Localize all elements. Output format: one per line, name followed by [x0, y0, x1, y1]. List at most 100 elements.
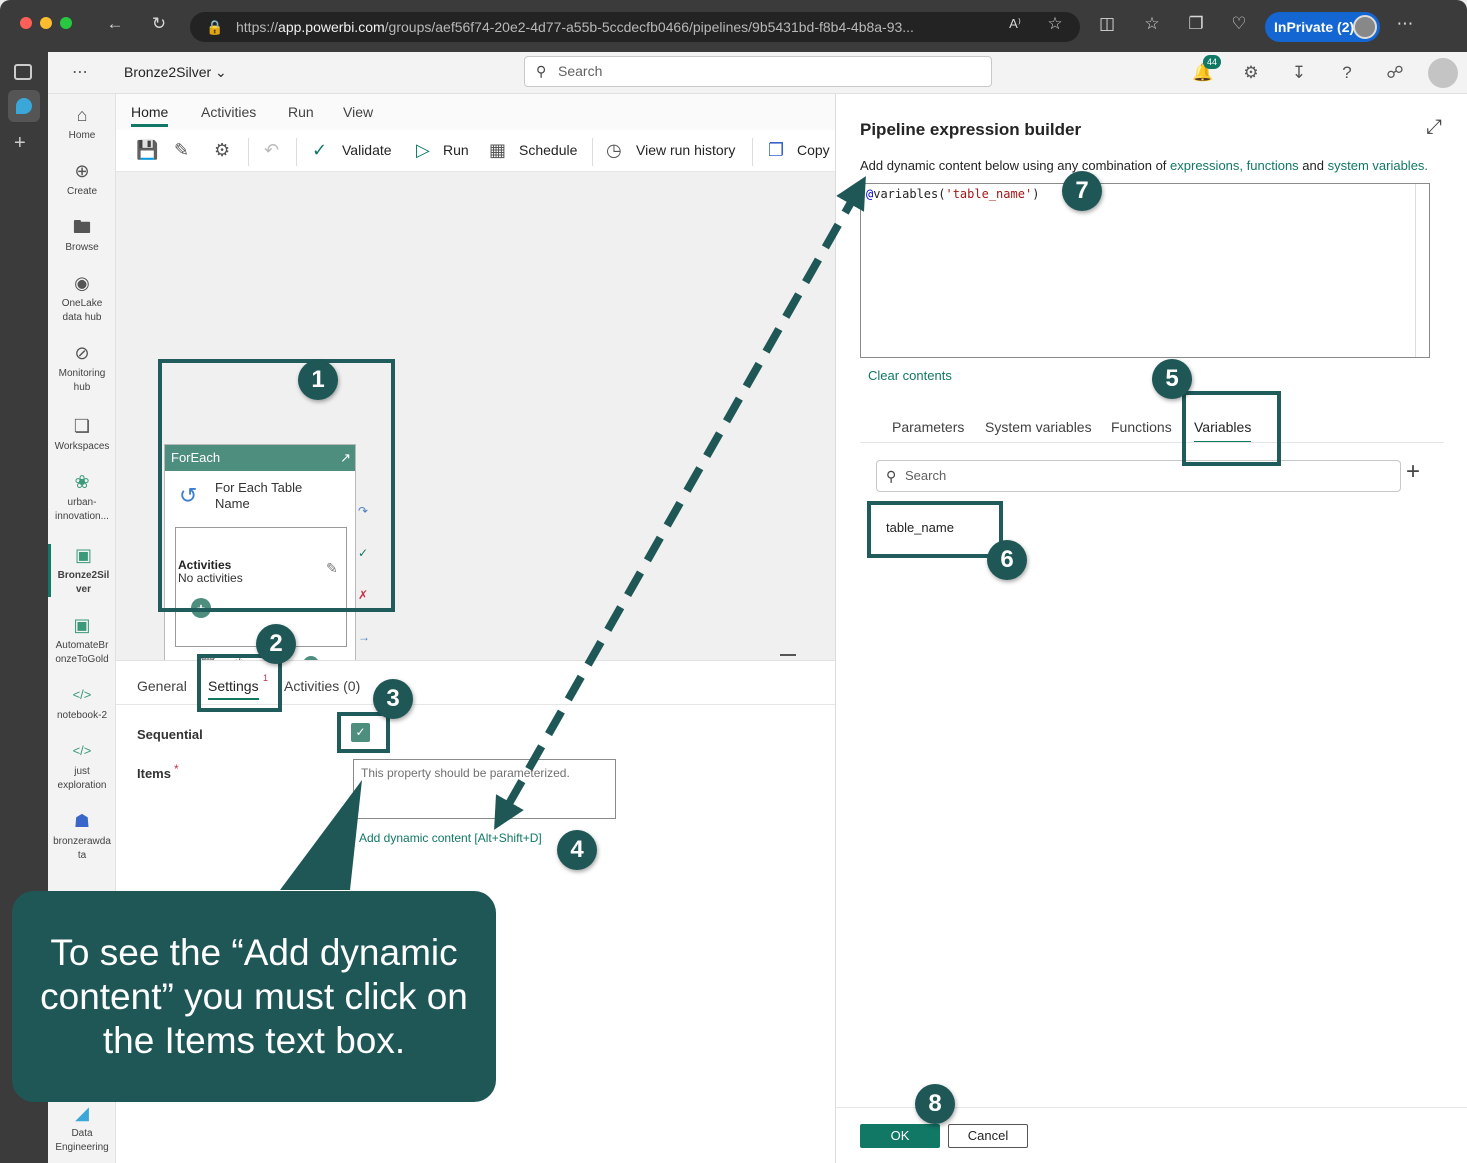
tab-functions[interactable]: Functions [1111, 419, 1172, 435]
inprivate-button[interactable]: InPrivate (2) [1265, 12, 1380, 42]
validate-button[interactable]: Validate [342, 142, 392, 158]
gear-icon[interactable]: ⚙ [1239, 61, 1263, 85]
tab-run[interactable]: Run [288, 104, 314, 120]
nav-label: Bronze2Silver [57, 570, 110, 595]
run-button[interactable]: Run [443, 142, 469, 158]
health-icon[interactable]: ♡ [1228, 13, 1250, 35]
panel-title: Pipeline expression builder [860, 120, 1082, 139]
new-tab-plus-icon[interactable]: + [14, 132, 26, 155]
tab-parameters[interactable]: Parameters [892, 419, 964, 435]
nav-bronzerawdata[interactable]: ☗ bronzerawdata [48, 810, 116, 863]
ok-button[interactable]: OK [860, 1124, 940, 1148]
workspace-selector[interactable]: Bronze2Silver ⌄ [124, 64, 227, 81]
variables-search-input[interactable]: ⚲ Search [876, 460, 1401, 492]
close-window-button[interactable] [20, 17, 32, 29]
download-icon[interactable]: ↧ [1287, 61, 1311, 85]
nav-bronze2silver[interactable]: ▣ Bronze2Silver [48, 544, 116, 597]
favorites-icon[interactable]: ☆ [1141, 13, 1163, 35]
app-launcher-icon[interactable]: ⋯ [72, 62, 88, 82]
workspaces-icon: ❏ [73, 416, 91, 436]
cancel-button[interactable]: Cancel [948, 1124, 1028, 1148]
url-host: app.powerbi.com [278, 19, 385, 35]
nav-data-engineering[interactable]: ◢ Data Engineering [48, 1102, 116, 1155]
history-icon: ◷ [606, 140, 622, 160]
active-tab-favicon[interactable] [8, 90, 40, 122]
read-aloud-icon[interactable]: A⁾ [1004, 13, 1026, 35]
add-dynamic-content-link[interactable]: Add dynamic content [Alt+Shift+D] [359, 831, 542, 845]
nav-automatebronzetogold[interactable]: ▣ AutomateBronzeToGold [48, 614, 116, 667]
ribbon-toolbar: 💾 ✎ ⚙ ↶ ✓ Validate ▷ Run ▦ Schedule ◷ Vi… [116, 130, 836, 172]
account-avatar[interactable] [1428, 58, 1458, 88]
more-options-icon[interactable]: ⋯ [1394, 13, 1416, 35]
undo-icon[interactable]: ↶ [264, 140, 279, 161]
global-search-input[interactable]: ⚲ Search [524, 56, 992, 87]
clear-contents-link[interactable]: Clear contents [868, 368, 952, 383]
nav-onelake[interactable]: ◉ OneLake data hub [48, 272, 116, 325]
nav-label: Workspaces [54, 441, 110, 452]
system-variables-link[interactable]: system variables. [1328, 158, 1428, 173]
chevron-down-icon: ⌄ [215, 64, 227, 80]
split-screen-icon[interactable]: ◫ [1096, 13, 1118, 35]
expression-editor[interactable]: @variables('table_name') [860, 183, 1430, 358]
step-5-badge: 5 [1152, 359, 1192, 399]
nav-create[interactable]: ⊕ Create [48, 160, 116, 199]
nav-urban-innovation[interactable]: ❀ urban-innovation... [48, 471, 116, 524]
help-icon[interactable]: ? [1335, 61, 1359, 85]
completion-connector-icon[interactable]: → [358, 630, 370, 644]
editor-scrollbar[interactable] [1415, 184, 1429, 357]
step-4-badge: 4 [557, 830, 597, 870]
back-arrow-icon[interactable]: ← [104, 13, 126, 35]
tab-system-variables[interactable]: System variables [985, 419, 1092, 435]
tab-activities-count[interactable]: Activities (0) [284, 678, 360, 694]
items-input[interactable]: This property should be parameterized. [353, 759, 616, 819]
play-icon: ▷ [416, 140, 430, 160]
collections-icon[interactable]: ❐ [1185, 13, 1207, 35]
expression-function: variables( [873, 187, 946, 201]
share-icon[interactable]: ☍ [1383, 61, 1407, 85]
url-path: /groups/aef56f74-20e2-4d77-a55b-5ccdecfb… [384, 19, 914, 35]
lock-icon: 🔒 [206, 19, 224, 35]
nav-label: bronzerawdata [53, 836, 111, 861]
favorite-star-icon[interactable]: ☆ [1044, 13, 1066, 35]
highlight-variable-item [867, 501, 1003, 558]
nav-just-exploration[interactable]: </> just exploration [48, 740, 116, 793]
schedule-button[interactable]: Schedule [519, 142, 577, 158]
refresh-icon[interactable]: ↻ [148, 13, 170, 35]
tab-general[interactable]: General [137, 678, 187, 694]
workspace-name: Bronze2Silver [124, 64, 212, 80]
nav-workspaces[interactable]: ❏ Workspaces [48, 415, 116, 454]
save-as-icon[interactable]: ✎ [174, 140, 189, 161]
address-bar[interactable]: 🔒 https://app.powerbi.com/groups/aef56f7… [190, 12, 1080, 42]
tabs-icon[interactable] [14, 64, 32, 80]
panel-resize-handle[interactable] [780, 654, 796, 656]
ribbon-divider [248, 138, 249, 166]
copy-icon: ❐ [768, 140, 785, 160]
pipeline-icon: ▣ [74, 545, 92, 565]
checkmark-icon: ✓ [312, 140, 328, 160]
nav-label: urban-innovation... [55, 497, 109, 522]
expand-icon[interactable]: ⤢ [1426, 116, 1442, 139]
tab-home[interactable]: Home [131, 104, 169, 127]
nav-notebook-2[interactable]: </> notebook-2 [48, 684, 116, 723]
inprivate-label: InPrivate (2) [1274, 19, 1355, 35]
settings-gear-icon[interactable]: ⚙ [214, 140, 230, 161]
maximize-window-button[interactable] [60, 17, 72, 29]
functions-link[interactable]: functions [1247, 158, 1299, 173]
nav-label: Create [66, 186, 97, 197]
copy-button[interactable]: Copy [797, 142, 830, 158]
nav-monitoring[interactable]: ⊘ Monitoring hub [48, 342, 116, 395]
save-icon[interactable]: 💾 [136, 140, 158, 161]
view-run-history-button[interactable]: View run history [636, 142, 735, 158]
subtitle-and: and [1298, 158, 1328, 173]
expressions-link[interactable]: expressions, [1170, 158, 1243, 173]
tab-activities[interactable]: Activities [201, 104, 256, 120]
ribbon-divider [752, 138, 753, 166]
tab-view[interactable]: View [343, 104, 373, 120]
nav-browse[interactable]: 🖿 Browse [48, 216, 116, 255]
nav-home[interactable]: ⌂ Home [48, 104, 116, 143]
instruction-callout: To see the “Add dynamic content” you mus… [12, 891, 496, 1102]
calendar-icon: ▦ [489, 140, 507, 160]
add-variable-icon[interactable]: + [1406, 458, 1420, 486]
minimize-window-button[interactable] [40, 17, 52, 29]
pipeline-icon: ▣ [73, 615, 91, 635]
